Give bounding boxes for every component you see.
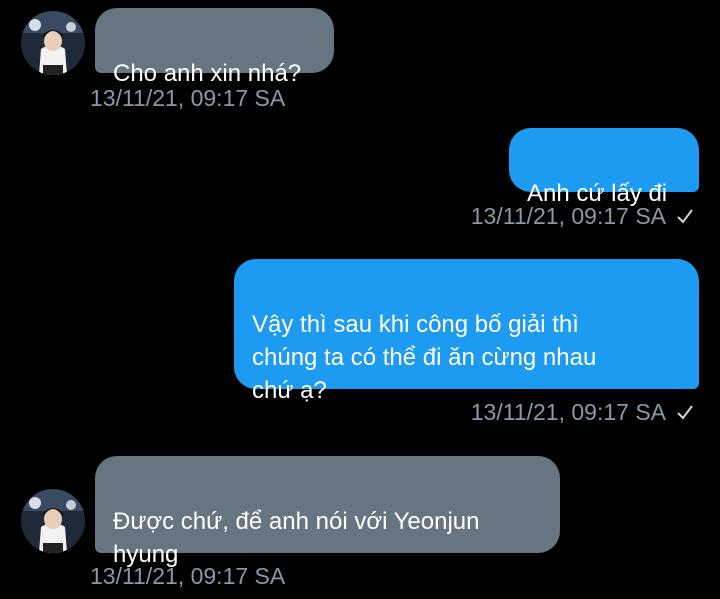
message-bubble-outgoing[interactable]: Vậy thì sau khi công bố giải thì chúng t…	[234, 259, 699, 404]
sender-avatar[interactable]	[21, 489, 85, 553]
message-bubble-incoming[interactable]: Được chứ, để anh nói với Yeonjun hyung	[95, 456, 560, 568]
sender-avatar[interactable]	[21, 11, 85, 75]
message-text: Vậy thì sau khi công bố giải thì chúng t…	[252, 311, 597, 404]
message-timestamp: 13/11/21, 09:17 SA	[470, 203, 666, 229]
message-meta: 13/11/21, 09:17 SA	[471, 201, 694, 231]
message-meta: 13/11/21, 09:17 SA	[471, 397, 694, 427]
message-text: Được chứ, để anh nói với Yeonjun hyung	[113, 508, 480, 568]
check-icon	[676, 404, 694, 420]
check-icon	[676, 208, 694, 224]
message-timestamp: 13/11/21, 09:17 SA	[90, 85, 286, 111]
message-bubble-outgoing[interactable]: Anh cứ lấy đi	[509, 128, 699, 207]
message-timestamp: 13/11/21, 09:17 SA	[470, 399, 666, 425]
message-timestamp: 13/11/21, 09:17 SA	[90, 563, 286, 589]
message-bubble-incoming[interactable]: Cho anh xin nhá?	[95, 8, 334, 87]
profile-photo-icon	[21, 11, 85, 75]
profile-photo-icon	[21, 489, 85, 553]
